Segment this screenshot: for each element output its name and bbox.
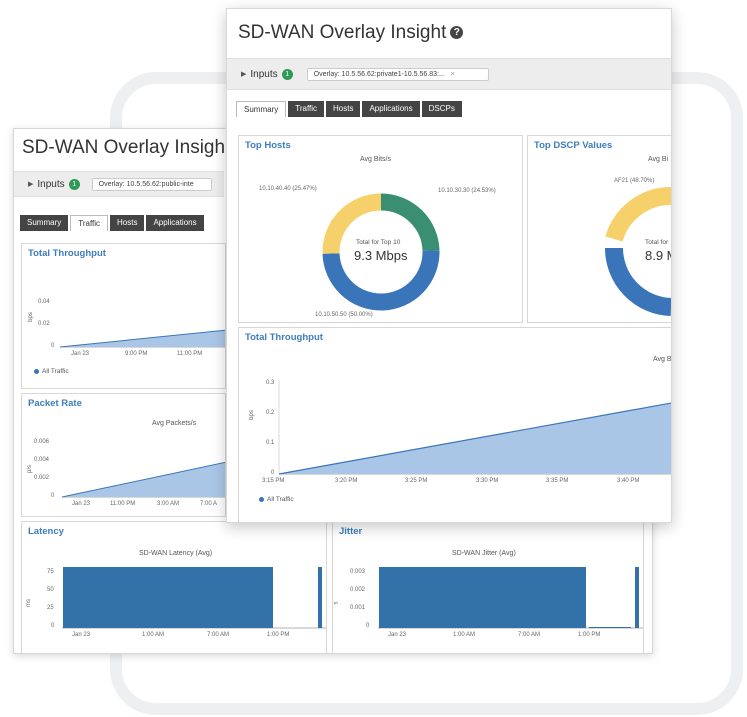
jitter-bars-block [379, 567, 586, 628]
slice-label: 10.10.40.40 (25.47%) [259, 186, 317, 192]
front-throughput-card: Total Throughput Avg B bps 0.3 0.2 0.1 0… [238, 327, 671, 522]
tab-summary[interactable]: Summary [236, 101, 287, 117]
x-tick: 3:25 PM [405, 478, 428, 484]
legend-item[interactable]: All Traffic [34, 368, 69, 375]
jitter-bars-tail [635, 567, 639, 628]
x-tick: 3:00 AM [157, 501, 180, 507]
x-tick: 1:00 AM [453, 632, 476, 638]
x-tick: 3:35 PM [546, 478, 569, 484]
page-title-text: SD-WAN Overlay Insight [238, 22, 447, 43]
back-inputs-bar: ▶ Inputs 1 Overlay: 10.5.56.62:public-in… [14, 171, 224, 197]
latency-bars-block [63, 567, 273, 628]
back-tab-applications[interactable]: Applications [146, 215, 204, 231]
x-tick: 1:00 PM [578, 632, 601, 638]
donut-center-value: 9.3 Mbps [354, 248, 408, 263]
donut-center-label: Total for [645, 239, 669, 246]
front-throughput-chart [278, 380, 671, 475]
x-tick: 7:00 AM [518, 632, 541, 638]
top-dscp-donut [605, 186, 671, 316]
inputs-count-badge: 1 [68, 178, 80, 190]
donut-center-value: 8.9 M [645, 248, 671, 263]
back-packet-rate-chart [61, 461, 225, 498]
legend-item[interactable]: All Traffic [259, 496, 294, 503]
front-inputs-toggle[interactable]: ▶ Inputs 1 [241, 68, 293, 80]
front-tabs: Summary Traffic Hosts Applications DSCPs [236, 101, 462, 117]
legend-label: All Traffic [267, 496, 294, 503]
slice-label: 10.10.50.50 (50.00%) [315, 312, 373, 318]
legend-label: All Traffic [42, 368, 69, 375]
top-dscp-card: Top DSCP Values Avg Bi AF21 (48.70%) Tot… [527, 135, 671, 323]
back-page-title: SD-WAN Overlay Insigh [22, 137, 226, 158]
back-packet-rate-card: Packet Rate Avg Packets/s p/s 0.006 0.00… [21, 393, 226, 517]
slice-label: AF21 (48.70%) [614, 178, 655, 184]
x-tick: 1:00 AM [142, 632, 165, 638]
help-icon[interactable]: ? [450, 26, 464, 40]
x-tick: 7:00 AM [207, 632, 230, 638]
x-tick: Jan 23 [72, 501, 91, 507]
close-icon[interactable]: × [451, 71, 455, 78]
tab-applications[interactable]: Applications [362, 101, 420, 117]
front-input-chip[interactable]: Overlay: 10.5.56.62:private1-10.5.56.83:… [306, 67, 489, 81]
x-tick: 3:40 PM [617, 478, 640, 484]
back-tabs: Summary Traffic Hosts Applications [20, 215, 204, 231]
x-tick: 11:00 PM [177, 351, 203, 357]
back-input-chip[interactable]: Overlay: 10.5.56.62:public-inte [91, 177, 212, 191]
jitter-card: Jitter SD-WAN Jitter (Avg) s 0.003 0.002… [332, 521, 644, 653]
chip-text: Overlay: 10.5.56.62:public-inte [98, 180, 194, 188]
dscp-slice-af21 [605, 186, 671, 242]
x-tick: Jan 23 [71, 351, 90, 357]
back-tab-traffic[interactable]: Traffic [70, 215, 109, 231]
caret-right-icon: ▶ [241, 71, 247, 78]
x-tick: 3:30 PM [476, 478, 499, 484]
back-tab-hosts[interactable]: Hosts [110, 215, 145, 231]
x-tick: 7:00 A [200, 501, 218, 507]
inputs-label: Inputs [37, 178, 65, 190]
inputs-label: Inputs [250, 68, 278, 80]
front-page-title: SD-WAN Overlay Insight? [238, 22, 464, 44]
slice-label: 10.10.30.30 (24.53%) [438, 188, 496, 194]
x-tick: Jan 23 [72, 632, 91, 638]
back-tab-summary[interactable]: Summary [20, 215, 69, 231]
front-window: SD-WAN Overlay Insight? ▶ Inputs 1 Overl… [226, 8, 672, 523]
front-inputs-bar: ▶ Inputs 1 Overlay: 10.5.56.62:private1-… [227, 58, 671, 90]
donut-center-label: Total for Top 10 [356, 239, 401, 246]
x-tick: 1:00 PM [267, 632, 290, 638]
chip-text: Overlay: 10.5.56.62:private1-10.5.56.83:… [313, 70, 445, 78]
legend-dot [34, 368, 39, 374]
top-hosts-donut [322, 193, 440, 311]
top-hosts-card: Top Hosts Avg Bits/s Total for Top 10 9.… [238, 135, 523, 323]
tab-traffic[interactable]: Traffic [288, 101, 325, 117]
tab-hosts[interactable]: Hosts [326, 101, 361, 117]
x-tick: Jan 23 [388, 632, 407, 638]
x-tick: 9:00 PM [125, 351, 148, 357]
x-tick: 3:20 PM [335, 478, 358, 484]
legend-dot [259, 496, 264, 502]
back-inputs-toggle[interactable]: ▶ Inputs 1 [28, 178, 80, 190]
jitter-baseline [589, 627, 631, 628]
back-throughput-card: Total Throughput bps 0.04 0.02 0 Jan 23 … [21, 243, 226, 389]
inputs-count-badge: 1 [281, 68, 293, 80]
caret-right-icon: ▶ [28, 181, 34, 188]
x-tick: 11:00 PM [110, 501, 136, 507]
latency-bars-tail [318, 567, 322, 628]
tab-dscps[interactable]: DSCPs [421, 101, 462, 117]
x-tick: 3:15 PM [262, 478, 285, 484]
latency-card: Latency SD-WAN Latency (Avg) ms 75 50 25… [21, 521, 327, 653]
